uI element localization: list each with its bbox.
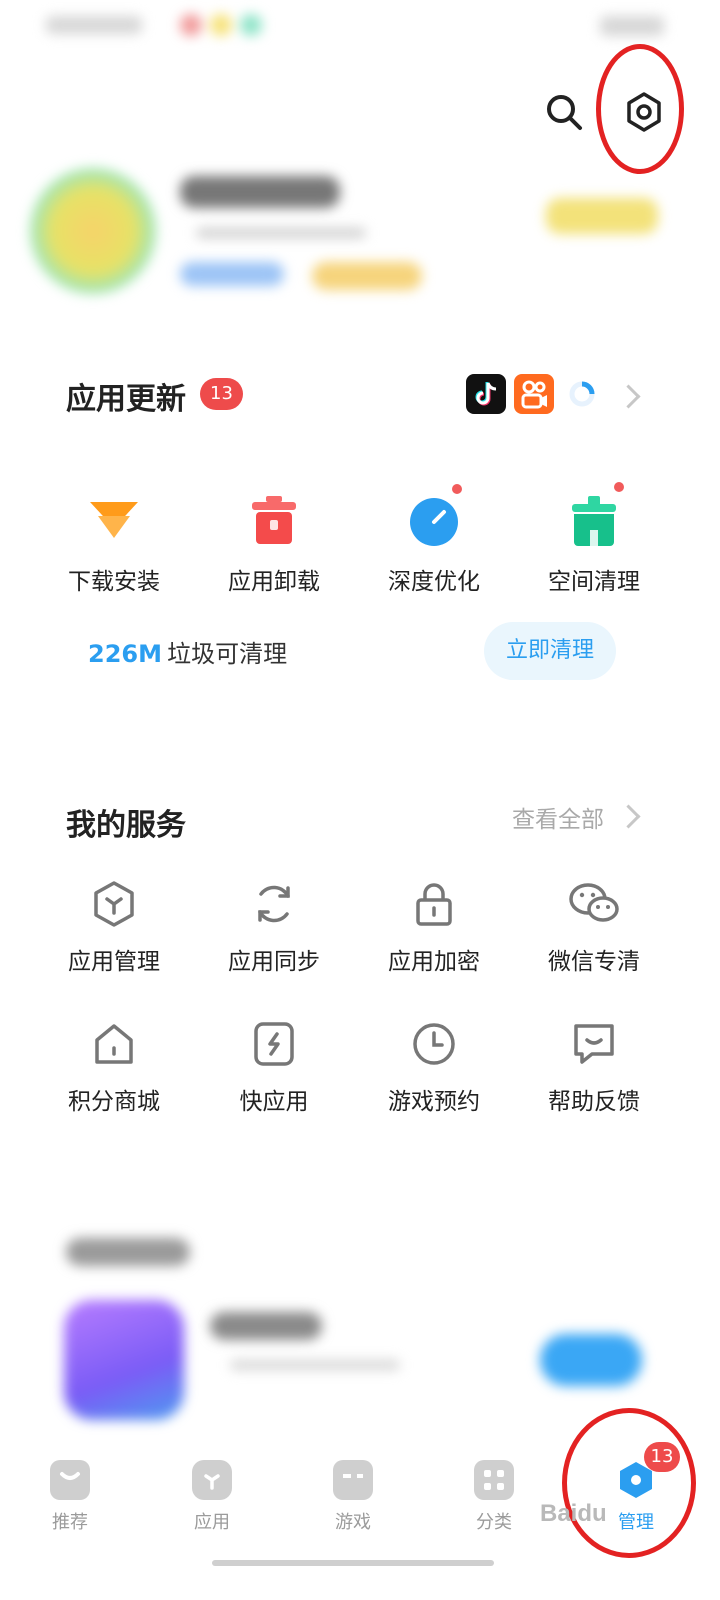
tool-deep-optimize[interactable]: 深度优化: [354, 484, 514, 596]
home-indicator[interactable]: [212, 1560, 494, 1566]
kuaishou-app-icon: [514, 374, 554, 414]
service-wechat-clean[interactable]: 微信专清: [514, 876, 674, 976]
service-quick-app[interactable]: 快应用: [194, 1016, 354, 1116]
baidu-watermark: Baidu: [540, 1500, 607, 1527]
service-label: 帮助反馈: [548, 1089, 640, 1115]
wechat-icon: [566, 876, 622, 932]
app-updates-title: 应用更新: [66, 382, 186, 417]
view-all-link[interactable]: 查看全部: [512, 800, 604, 834]
nav-category[interactable]: 分类: [444, 1460, 544, 1534]
nav-label: 游戏: [335, 1512, 371, 1533]
service-label: 快应用: [239, 1089, 309, 1115]
service-app-manage[interactable]: 应用管理: [34, 876, 194, 976]
apps-icon: [192, 1460, 232, 1500]
service-label: 应用同步: [228, 949, 320, 975]
douyin-app-icon: [466, 374, 506, 414]
tool-label: 应用卸载: [228, 569, 320, 595]
service-app-lock[interactable]: 应用加密: [354, 876, 514, 976]
promoted-app-name-blurred: [210, 1312, 322, 1340]
notification-dot: [452, 484, 462, 494]
nav-apps[interactable]: 应用: [162, 1460, 262, 1534]
profile-action-blurred[interactable]: [546, 198, 658, 234]
annotation-circle-settings: [596, 44, 684, 174]
section-title-blurred: [66, 1238, 190, 1266]
service-label: 应用加密: [388, 949, 480, 975]
category-icon: [474, 1460, 514, 1500]
clock-icon: [406, 1016, 462, 1072]
store-icon: [86, 1016, 142, 1072]
promoted-app-button[interactable]: [540, 1334, 642, 1386]
nav-recommend[interactable]: 推荐: [20, 1460, 120, 1534]
trash-icon: [246, 494, 302, 550]
cleanup-text: 垃圾可清理: [167, 640, 288, 668]
notification-dot: [614, 482, 624, 492]
avatar[interactable]: [30, 168, 156, 294]
view-all-chevron-icon[interactable]: [616, 804, 641, 829]
gauge-icon: [406, 484, 462, 550]
status-bar: [0, 0, 720, 56]
feedback-icon: [566, 1016, 622, 1072]
recommend-icon: [50, 1460, 90, 1500]
nav-label: 应用: [194, 1512, 230, 1533]
tool-label: 空间清理: [548, 569, 640, 595]
annotation-circle-manage: [562, 1408, 696, 1558]
my-services-title: 我的服务: [66, 808, 186, 843]
promoted-app-desc-blurred: [230, 1360, 400, 1370]
cleanup-summary: 226M 垃圾可清理: [88, 634, 287, 669]
broom-icon: [566, 482, 624, 550]
loading-app-icon: [562, 374, 602, 414]
promoted-app-icon[interactable]: [64, 1300, 184, 1420]
nav-label: 推荐: [52, 1512, 88, 1533]
username-blurred: [180, 176, 340, 208]
profile-tag-blurred: [180, 262, 284, 286]
profile-subtext-blurred: [196, 228, 366, 238]
cleanup-size: 226M: [88, 640, 162, 668]
app-updates-chevron-icon[interactable]: [616, 384, 641, 409]
quick-app-icon: [246, 1016, 302, 1072]
gamepad-icon: [333, 1460, 373, 1500]
service-label: 应用管理: [68, 949, 160, 975]
nav-label: 分类: [476, 1512, 512, 1533]
service-help-feedback[interactable]: 帮助反馈: [514, 1016, 674, 1116]
updates-count-badge: 13: [200, 378, 243, 410]
tool-label: 下载安装: [68, 569, 160, 595]
profile-level-blurred: [312, 262, 422, 290]
tool-download-install[interactable]: 下载安装: [34, 494, 194, 596]
search-icon[interactable]: [540, 88, 588, 136]
lock-icon: [406, 876, 462, 932]
service-label: 微信专清: [548, 949, 640, 975]
service-game-reserve[interactable]: 游戏预约: [354, 1016, 514, 1116]
tool-space-cleanup[interactable]: 空间清理: [514, 482, 674, 596]
service-app-sync[interactable]: 应用同步: [194, 876, 354, 976]
nav-games[interactable]: 游戏: [303, 1460, 403, 1534]
service-label: 积分商城: [68, 1089, 160, 1115]
download-icon: [86, 494, 142, 550]
clean-now-button[interactable]: 立即清理: [484, 622, 616, 680]
service-points-mall[interactable]: 积分商城: [34, 1016, 194, 1116]
tool-label: 深度优化: [388, 569, 480, 595]
sync-icon: [246, 876, 302, 932]
app-manage-icon: [86, 876, 142, 932]
tool-app-uninstall[interactable]: 应用卸载: [194, 494, 354, 596]
service-label: 游戏预约: [388, 1089, 480, 1115]
